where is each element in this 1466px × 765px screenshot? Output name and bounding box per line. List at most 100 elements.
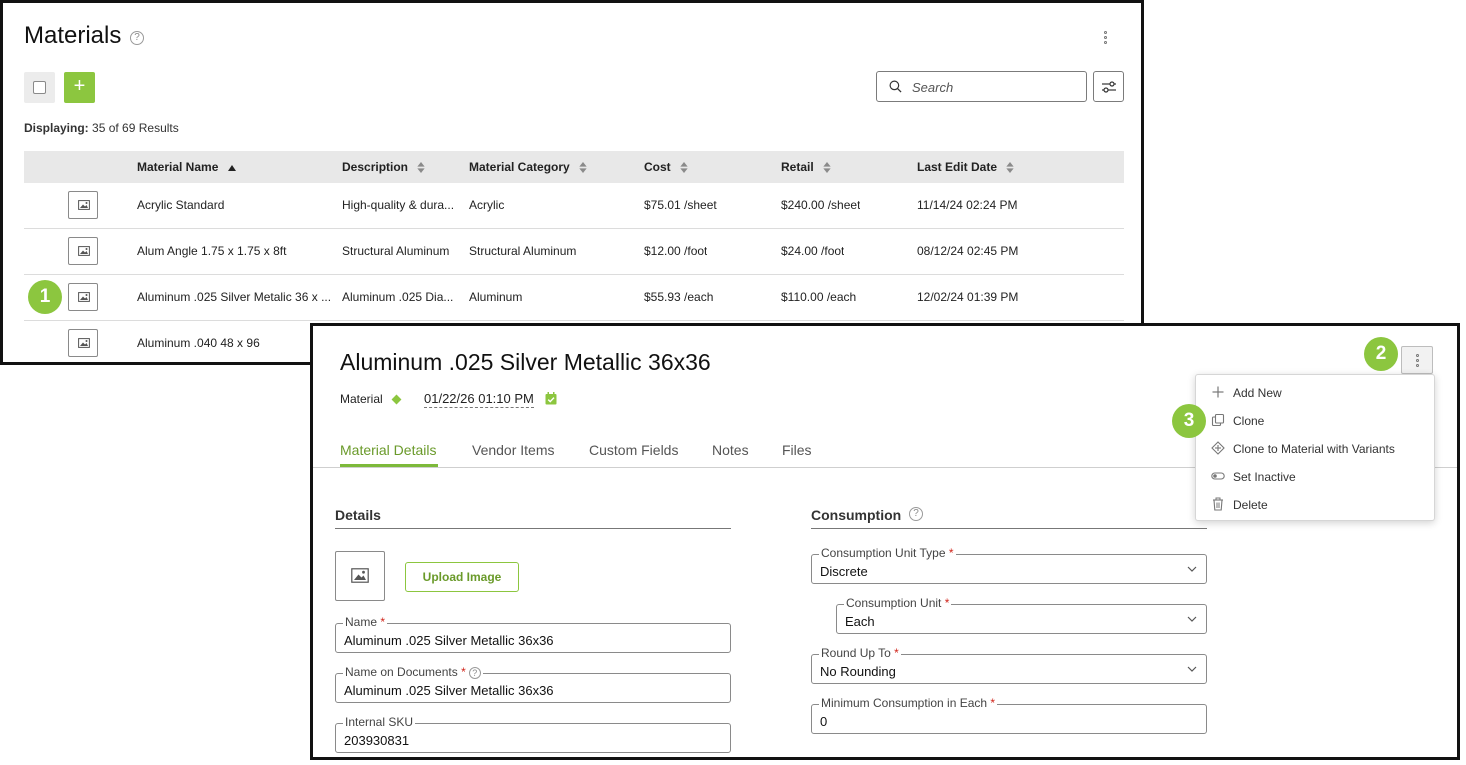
- material-image-placeholder[interactable]: [335, 551, 385, 601]
- column-label: Last Edit Date: [917, 160, 998, 174]
- step-callout-2: 2: [1364, 337, 1398, 371]
- sort-icon: [417, 162, 426, 174]
- cell-category: Aluminum: [469, 290, 523, 304]
- required-marker: *: [461, 665, 466, 679]
- name-field[interactable]: Name * Aluminum .025 Silver Metallic 36x…: [335, 615, 731, 653]
- image-icon: [78, 246, 90, 256]
- material-thumbnail[interactable]: [68, 191, 98, 219]
- cell-retail: $110.00 /each: [781, 290, 857, 304]
- calendar-check-icon[interactable]: [545, 392, 557, 405]
- consumption-unit-select[interactable]: Consumption Unit * Each: [836, 596, 1207, 634]
- field-label: Internal SKU: [343, 715, 416, 729]
- internal-sku-field[interactable]: Internal SKU 203930831: [335, 715, 731, 753]
- cell-description: Structural Aluminum: [342, 244, 450, 258]
- consumption-unit-value: Each: [845, 614, 875, 629]
- column-header-material-category[interactable]: Material Category: [469, 160, 587, 174]
- cell-material-name[interactable]: Alum Angle 1.75 x 1.75 x 8ft: [137, 244, 332, 258]
- search-icon: [889, 80, 902, 93]
- page-title: Materials: [24, 22, 122, 49]
- cell-material-name[interactable]: Aluminum .040 48 x 96: [137, 336, 332, 350]
- table-row[interactable]: Acrylic Standard High-quality & dura... …: [24, 183, 1124, 229]
- column-header-last-edit-date[interactable]: Last Edit Date: [917, 160, 1015, 174]
- material-thumbnail[interactable]: [68, 329, 98, 357]
- field-label: Name *: [343, 615, 388, 629]
- filter-button[interactable]: [1093, 71, 1124, 102]
- column-label: Material Name: [137, 160, 219, 174]
- material-thumbnail[interactable]: [68, 283, 98, 311]
- name-on-documents-field[interactable]: Name on Documents *? Aluminum .025 Silve…: [335, 665, 731, 703]
- cell-category: Acrylic: [469, 198, 505, 212]
- sort-icon: [680, 162, 688, 174]
- field-label: Consumption Unit *: [844, 596, 952, 610]
- section-title-details: Details: [335, 507, 381, 523]
- column-label: Retail: [781, 160, 814, 174]
- cell-category: Structural Aluminum: [469, 244, 577, 258]
- results-count-label: Displaying:: [24, 121, 89, 135]
- cell-material-name[interactable]: Acrylic Standard: [137, 198, 332, 212]
- section-title-consumption: Consumption: [811, 507, 902, 523]
- column-header-retail[interactable]: Retail: [781, 160, 831, 174]
- round-up-to-select[interactable]: Round Up To * No Rounding: [811, 646, 1207, 684]
- more-options-icon[interactable]: [1097, 27, 1113, 47]
- menu-item-delete[interactable]: Delete: [1196, 490, 1436, 518]
- add-material-button[interactable]: +: [64, 72, 95, 103]
- search-input[interactable]: Search: [876, 71, 1087, 102]
- material-thumbnail[interactable]: [68, 237, 98, 265]
- select-all-checkbox[interactable]: [33, 81, 46, 94]
- tab-files[interactable]: Files: [782, 442, 812, 458]
- cell-retail: $24.00 /foot: [781, 244, 845, 258]
- table-header: Material Name Description Material Categ…: [24, 151, 1124, 183]
- record-date[interactable]: 01/22/26 01:10 PM: [424, 391, 534, 408]
- required-marker: *: [944, 596, 950, 610]
- image-icon: [78, 338, 90, 348]
- column-header-material-name[interactable]: Material Name: [137, 160, 236, 174]
- minimum-consumption-value: 0: [820, 714, 828, 729]
- column-header-cost[interactable]: Cost: [644, 160, 688, 174]
- section-divider: [811, 528, 1207, 529]
- cell-material-name[interactable]: Aluminum .025 Silver Metalic 36 x ...: [137, 290, 332, 304]
- field-label: Consumption Unit Type *: [819, 546, 956, 560]
- table-row[interactable]: Aluminum .025 Silver Metalic 36 x ... Al…: [24, 275, 1124, 321]
- name-on-documents-value: Aluminum .025 Silver Metallic 36x36: [344, 683, 554, 698]
- menu-item-label: Add New: [1233, 386, 1282, 400]
- help-icon[interactable]: ?: [130, 31, 144, 45]
- column-label: Cost: [644, 160, 671, 174]
- more-options-menu: Add New Clone Clone to Material with Var…: [1195, 374, 1435, 521]
- menu-item-label: Delete: [1233, 498, 1268, 512]
- required-marker: *: [380, 615, 386, 629]
- menu-item-clone-to-variants[interactable]: Clone to Material with Variants: [1196, 434, 1436, 462]
- tab-custom-fields[interactable]: Custom Fields: [589, 442, 678, 458]
- tab-vendor-items[interactable]: Vendor Items: [472, 442, 555, 458]
- copy-icon: [1211, 413, 1225, 427]
- table-row[interactable]: Alum Angle 1.75 x 1.75 x 8ft Structural …: [24, 229, 1124, 275]
- upload-image-button[interactable]: Upload Image: [405, 562, 519, 592]
- menu-item-clone[interactable]: Clone: [1196, 406, 1436, 434]
- help-icon[interactable]: ?: [909, 507, 923, 521]
- menu-item-add-new[interactable]: Add New: [1196, 378, 1436, 406]
- detail-more-options-button[interactable]: [1401, 346, 1433, 374]
- tab-notes[interactable]: Notes: [712, 442, 749, 458]
- column-header-description[interactable]: Description: [342, 160, 426, 174]
- image-icon: [351, 568, 369, 583]
- sliders-icon: [1102, 81, 1116, 93]
- results-count-value: 35 of 69 Results: [92, 121, 179, 135]
- menu-item-set-inactive[interactable]: Set Inactive: [1196, 462, 1436, 490]
- name-value: Aluminum .025 Silver Metallic 36x36: [344, 633, 554, 648]
- minimum-consumption-field[interactable]: Minimum Consumption in Each * 0: [811, 696, 1207, 734]
- materials-list-window: Materials ? + Search Displaying: 35 of 6…: [0, 0, 1144, 365]
- section-divider: [335, 528, 731, 529]
- round-up-to-value: No Rounding: [820, 664, 896, 679]
- tab-material-details[interactable]: Material Details: [340, 442, 436, 458]
- menu-item-label: Clone to Material with Variants: [1233, 442, 1395, 456]
- cell-cost: $75.01 /sheet: [644, 198, 717, 212]
- help-icon[interactable]: ?: [468, 667, 481, 679]
- select-all-wrapper[interactable]: [24, 72, 55, 103]
- cell-last-edit-date: 08/12/24 02:45 PM: [917, 244, 1019, 258]
- step-callout-1: 1: [28, 280, 62, 314]
- menu-item-label: Clone: [1233, 414, 1265, 428]
- sort-icon: [579, 162, 587, 174]
- menu-item-label: Set Inactive: [1233, 470, 1296, 484]
- required-marker: *: [948, 546, 954, 560]
- consumption-unit-type-select[interactable]: Consumption Unit Type * Discrete: [811, 546, 1207, 584]
- cell-last-edit-date: 12/02/24 01:39 PM: [917, 290, 1019, 304]
